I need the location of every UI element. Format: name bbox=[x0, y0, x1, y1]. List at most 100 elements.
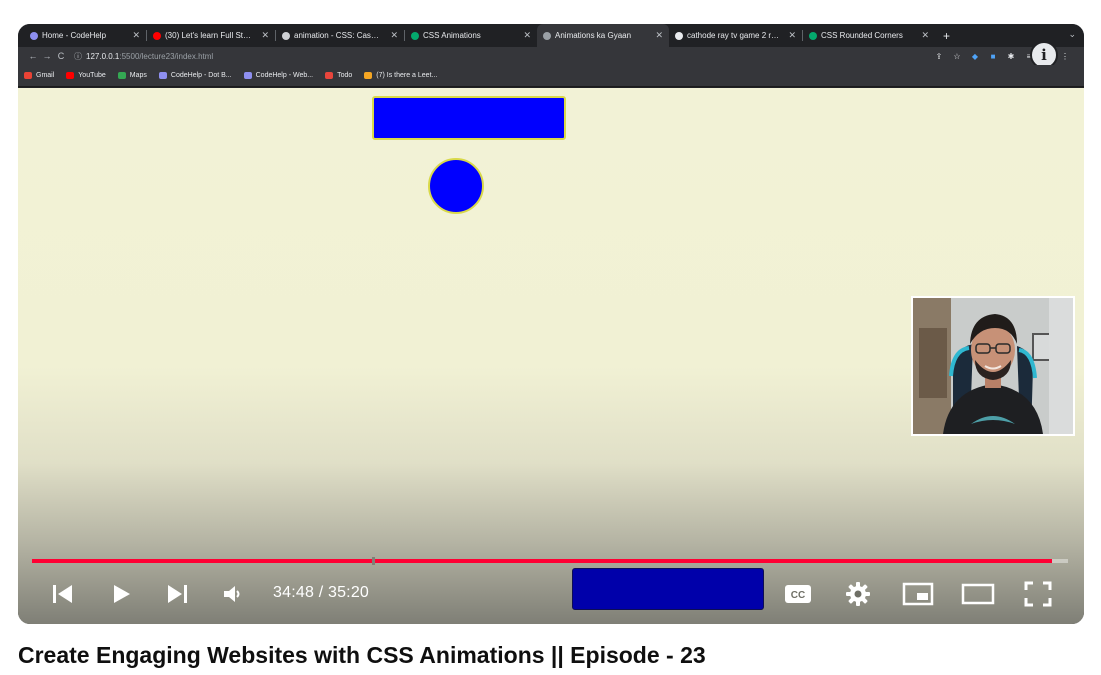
browser-tab[interactable]: CSS Animations ✕ bbox=[405, 24, 537, 47]
close-tab-icon[interactable]: ✕ bbox=[132, 30, 140, 41]
bookmark-label: CodeHelp - Web... bbox=[255, 72, 314, 79]
tab-favicon bbox=[411, 31, 419, 40]
bookmarks-bar: Gmail YouTube Maps CodeHelp - Dot B... C… bbox=[18, 65, 1084, 87]
bookmark-maps[interactable]: Maps bbox=[117, 72, 147, 79]
previous-button[interactable] bbox=[48, 579, 78, 609]
address-bar: ← → C ⓘ 127.0.0.1:5500/lecture23/index.h… bbox=[18, 47, 1084, 65]
bookmark-leetcode[interactable]: (7) Is there a Leet... bbox=[364, 72, 437, 79]
animated-circle bbox=[428, 158, 484, 214]
browser-tab[interactable]: animation - CSS: Cascading S ✕ bbox=[276, 24, 404, 47]
progress-bar[interactable] bbox=[32, 557, 1068, 565]
tab-label: cathode ray tv game 2 rectang bbox=[687, 31, 780, 40]
time-display: 34:48 / 35:20 bbox=[273, 584, 369, 602]
bookmark-label: YouTube bbox=[78, 72, 106, 79]
gear-icon bbox=[846, 582, 870, 606]
tab-label: animation - CSS: Cascading S bbox=[294, 31, 382, 40]
tab-favicon bbox=[809, 31, 817, 40]
theater-mode-icon bbox=[961, 583, 995, 605]
close-tab-icon[interactable]: ✕ bbox=[261, 30, 269, 41]
video-title: Create Engaging Websites with CSS Animat… bbox=[18, 642, 706, 668]
bookmark-youtube[interactable]: YouTube bbox=[66, 72, 106, 79]
bookmark-label: Gmail bbox=[36, 72, 55, 79]
share-icon[interactable]: ⇪ bbox=[934, 52, 944, 61]
gmail-icon bbox=[24, 72, 32, 79]
settings-button[interactable] bbox=[842, 579, 874, 609]
tab-label: CSS Rounded Corners bbox=[821, 31, 903, 40]
tab-label: (30) Let's learn Full Stack Web bbox=[165, 31, 254, 40]
next-icon bbox=[168, 585, 187, 603]
bookmark-star-icon[interactable]: ☆ bbox=[952, 52, 962, 61]
progress-played bbox=[32, 559, 1053, 563]
captions-button[interactable]: CC bbox=[782, 579, 814, 609]
mute-button[interactable] bbox=[218, 579, 248, 609]
video-player[interactable]: Home - CodeHelp ✕ (30) Let's learn Full … bbox=[18, 24, 1084, 624]
duration: 35:20 bbox=[327, 584, 370, 601]
new-tab-icon[interactable]: + bbox=[943, 29, 950, 43]
bookmark-label: (7) Is there a Leet... bbox=[376, 72, 438, 79]
play-button[interactable] bbox=[106, 579, 136, 609]
tab-favicon bbox=[30, 31, 38, 40]
current-time: 34:48 bbox=[273, 584, 315, 601]
tab-favicon bbox=[282, 31, 290, 40]
bookmark-label: Maps bbox=[129, 72, 147, 79]
tab-label: Home - CodeHelp bbox=[42, 31, 107, 40]
presenter-image bbox=[913, 298, 1073, 434]
forward-arrow-icon[interactable]: → bbox=[40, 51, 54, 61]
bookmark-todo[interactable]: Todo bbox=[325, 72, 352, 79]
close-tab-icon[interactable]: ✕ bbox=[921, 30, 929, 41]
browser-tab[interactable]: cathode ray tv game 2 rectang ✕ bbox=[669, 24, 802, 47]
fullscreen-icon bbox=[1024, 581, 1052, 607]
todo-icon bbox=[325, 72, 334, 79]
menu-kebab-icon[interactable]: ⋮ bbox=[1060, 52, 1070, 61]
bookmark-label: Todo bbox=[337, 72, 353, 79]
extension-icon[interactable]: ◆ bbox=[970, 52, 980, 61]
youtube-icon bbox=[66, 72, 75, 79]
browser-tab[interactable]: Home - CodeHelp ✕ bbox=[24, 24, 146, 47]
tab-search-chevron-icon[interactable]: ⌄ bbox=[1068, 29, 1076, 40]
tab-favicon bbox=[153, 31, 161, 40]
tab-favicon bbox=[543, 31, 551, 40]
presenter-webcam bbox=[911, 296, 1075, 436]
play-icon bbox=[114, 585, 130, 603]
tab-favicon bbox=[675, 31, 683, 40]
site-info-icon[interactable]: ⓘ bbox=[74, 51, 82, 62]
bookmark-codehelp-web[interactable]: CodeHelp - Web... bbox=[243, 72, 314, 79]
url-host: 127.0.0.1 bbox=[86, 51, 120, 61]
miniplayer-icon bbox=[902, 582, 934, 606]
codehelp-icon bbox=[158, 72, 167, 79]
browser-tab[interactable]: (30) Let's learn Full Stack Web ✕ bbox=[147, 24, 275, 47]
animated-rectangle bbox=[372, 96, 566, 140]
url-path: :5500/lecture23/index.html bbox=[119, 51, 214, 61]
browser-tab[interactable]: CSS Rounded Corners ✕ bbox=[803, 24, 935, 47]
close-tab-icon[interactable]: ✕ bbox=[655, 30, 663, 41]
captions-icon: CC bbox=[785, 585, 811, 603]
next-button[interactable] bbox=[162, 579, 192, 609]
maps-icon bbox=[117, 72, 126, 79]
miniplayer-button[interactable] bbox=[901, 579, 935, 609]
tab-label: CSS Animations bbox=[423, 31, 481, 40]
back-arrow-icon[interactable]: ← bbox=[26, 51, 40, 61]
leetcode-icon bbox=[364, 72, 373, 79]
close-tab-icon[interactable]: ✕ bbox=[390, 30, 398, 41]
extensions-puzzle-icon[interactable]: ✱ bbox=[1006, 52, 1016, 61]
url-input[interactable]: ⓘ 127.0.0.1:5500/lecture23/index.html bbox=[74, 51, 934, 62]
animated-rectangle-overlay bbox=[572, 568, 764, 610]
theater-mode-button[interactable] bbox=[960, 579, 996, 609]
browser-tab-active[interactable]: Animations ka Gyaan ✕ bbox=[537, 24, 669, 47]
codehelp-icon bbox=[243, 72, 252, 79]
extension-icon[interactable]: ■ bbox=[988, 52, 998, 61]
time-separator: / bbox=[314, 584, 328, 601]
tab-label: Animations ka Gyaan bbox=[555, 31, 632, 40]
fullscreen-button[interactable] bbox=[1022, 579, 1054, 609]
browser-tab-bar: Home - CodeHelp ✕ (30) Let's learn Full … bbox=[18, 24, 1084, 47]
previous-icon bbox=[53, 585, 72, 603]
close-tab-icon[interactable]: ✕ bbox=[523, 30, 531, 41]
bookmark-gmail[interactable]: Gmail bbox=[24, 72, 54, 79]
reload-icon[interactable]: C bbox=[54, 51, 68, 61]
svg-text:CC: CC bbox=[791, 590, 805, 601]
bookmark-label: CodeHelp - Dot B... bbox=[170, 72, 232, 79]
bookmark-codehelp-dot[interactable]: CodeHelp - Dot B... bbox=[158, 72, 232, 79]
close-tab-icon[interactable]: ✕ bbox=[788, 30, 796, 41]
volume-icon bbox=[224, 586, 240, 602]
chapter-marker bbox=[372, 557, 375, 565]
